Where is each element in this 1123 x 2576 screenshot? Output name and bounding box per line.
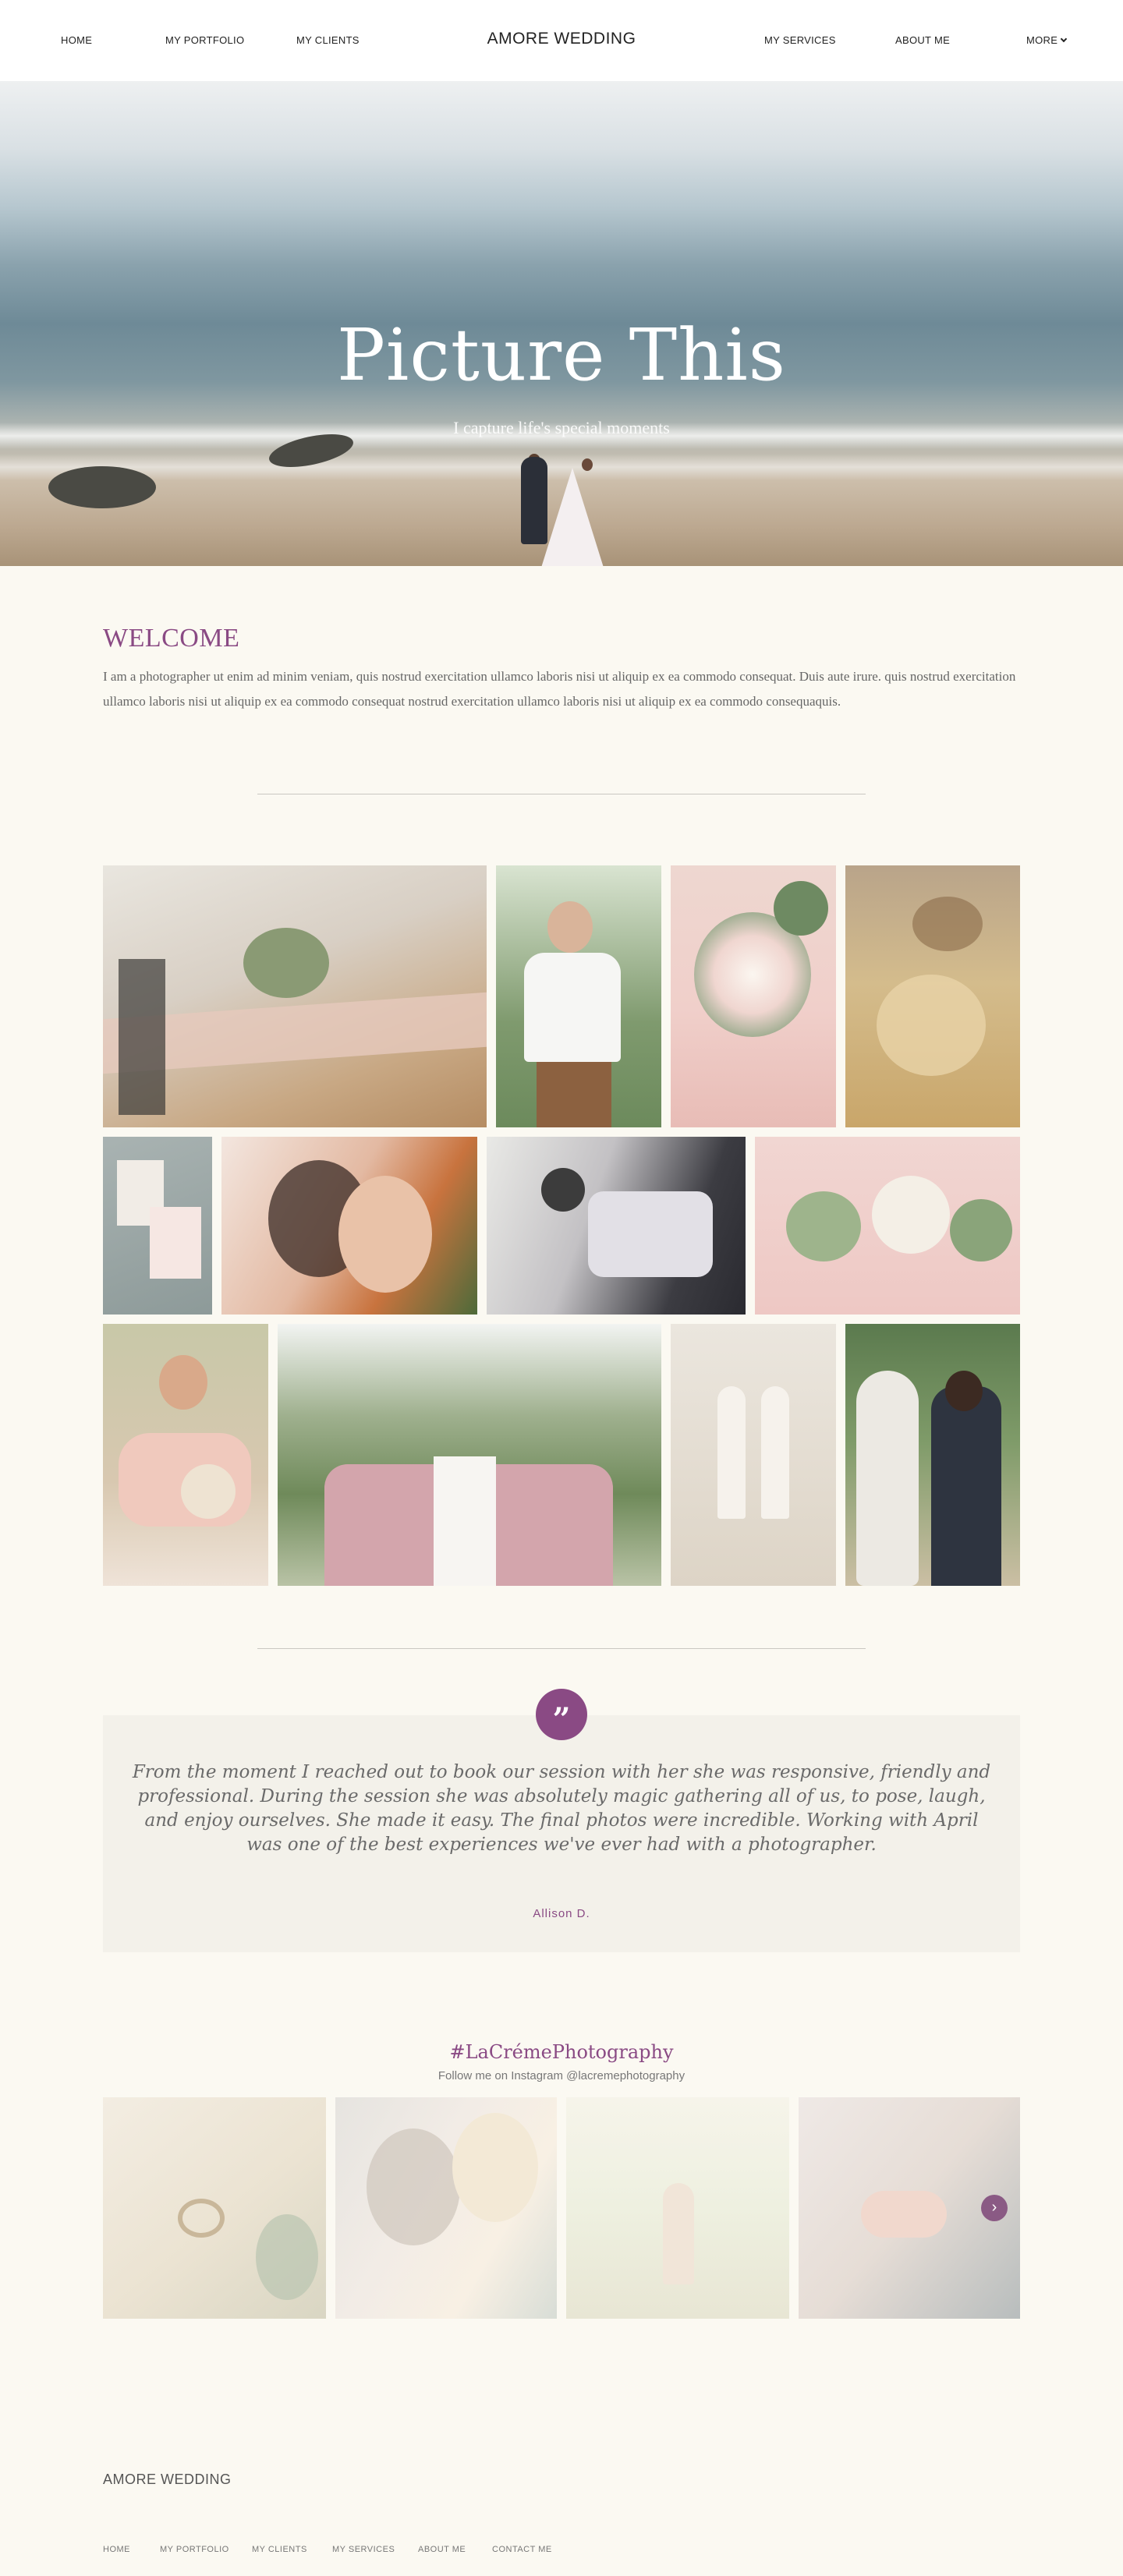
bride-jewelry-photo[interactable] (845, 865, 1020, 1127)
footer-link-my-services[interactable]: MY SERVICES (332, 2545, 395, 2554)
bride-portrait-photo[interactable] (103, 1324, 268, 1586)
bridal-party-photo[interactable] (278, 1324, 661, 1586)
top-navigation: HOME MY PORTFOLIO MY CLIENTS AMORE WEDDI… (0, 0, 1123, 81)
testimonial-author: Allison D. (533, 1907, 590, 1920)
footer-brand[interactable]: AMORE WEDDING (103, 2472, 232, 2488)
nav-my-services[interactable]: MY SERVICES (764, 34, 836, 46)
wedding-shoes-photo[interactable] (671, 1324, 836, 1586)
footer-link-my-clients[interactable]: MY CLIENTS (252, 2545, 307, 2554)
hero-title: Picture This (337, 313, 786, 397)
footer-link-my-portfolio[interactable]: MY PORTFOLIO (160, 2545, 229, 2554)
carousel-next-button[interactable]: › (981, 2195, 1008, 2221)
instagram-subtitle: Follow me on Instagram @lacremephotograp… (438, 2069, 685, 2082)
nav-home[interactable]: HOME (61, 34, 92, 46)
footer-link-contact-me[interactable]: CONTACT ME (492, 2545, 552, 2554)
nav-more-label: MORE (1026, 34, 1058, 46)
chevron-down-icon (1060, 35, 1068, 43)
nav-my-clients[interactable]: MY CLIENTS (296, 34, 360, 46)
testimonial-text: From the moment I reached out to book ou… (132, 1762, 991, 1855)
hero-bride-figure (541, 468, 604, 566)
hero-subtitle: I capture life's special moments (453, 418, 670, 437)
nav-my-portfolio[interactable]: MY PORTFOLIO (165, 34, 244, 46)
groom-horse-photo[interactable] (845, 1324, 1020, 1586)
bouquet-photo[interactable] (671, 865, 836, 1127)
divider (257, 1648, 866, 1649)
instagram-photo-couple[interactable] (335, 2097, 557, 2319)
instagram-photo-ring[interactable] (103, 2097, 326, 2319)
footer-link-home[interactable]: HOME (103, 2545, 130, 2554)
brand-logo-text[interactable]: AMORE WEDDING (487, 30, 636, 48)
nav-about-me[interactable]: ABOUT ME (895, 34, 950, 46)
welcome-heading: WELCOME (103, 624, 240, 653)
quote-icon: ” (536, 1689, 587, 1740)
couple-embrace-photo[interactable] (221, 1137, 477, 1315)
nav-more[interactable]: MORE (1026, 34, 1068, 46)
hero-rock (48, 466, 156, 508)
wedding-table-photo[interactable] (103, 865, 487, 1127)
hero-banner: Picture This I capture life's special mo… (0, 81, 1123, 566)
hero-bride-figure (582, 458, 593, 471)
cufflinks-photo[interactable] (487, 1137, 746, 1315)
footer-link-about-me[interactable]: ABOUT ME (418, 2545, 466, 2554)
welcome-paragraph: I am a photographer ut enim ad minim ven… (103, 669, 1016, 709)
instagram-hashtag: #LaCrémePhotography (449, 2041, 674, 2063)
chevron-right-icon: › (991, 2199, 997, 2216)
bridesmaids-bouquets-photo[interactable] (755, 1137, 1020, 1315)
invitation-cards-photo[interactable] (103, 1137, 212, 1315)
groom-photo[interactable] (496, 865, 661, 1127)
instagram-photo-field[interactable] (566, 2097, 789, 2319)
